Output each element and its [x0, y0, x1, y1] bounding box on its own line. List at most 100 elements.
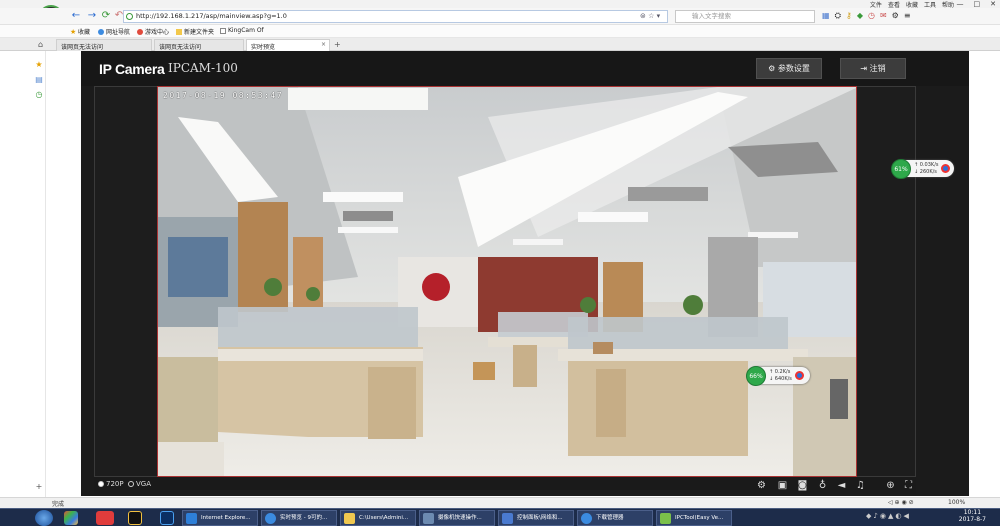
zoom-level[interactable]: 100% [948, 499, 965, 506]
star-icon[interactable]: ★ [35, 61, 43, 69]
address-text: http://192.168.1.217/asp/mainview.asp?g=… [136, 12, 287, 20]
alarm-icon[interactable]: ♫ [854, 479, 867, 492]
os-taskbar: Internet Explore... 实时预览 - 9可的... C:\Use… [0, 508, 1000, 526]
menu-icon[interactable]: ≡ [904, 11, 911, 21]
camera-model: IPCAM-100 [168, 61, 238, 75]
history-icon[interactable]: ◷ [35, 91, 43, 99]
search-placeholder: 输入文字搜索 [692, 12, 731, 20]
system-clock[interactable]: 10:11 2017-8-7 [959, 509, 986, 523]
live-video[interactable] [157, 86, 857, 477]
taskbar-item[interactable]: IPCTool(Easy Ve... [656, 510, 732, 526]
video-control-bar: 720P VGA ⚙ ▣ ◙ ♁ ◄ ♫ ⊕ ⛶ [94, 477, 916, 494]
browser-status-bar: 完成 ◁ ⊕ ◉ ⊘ 100% [0, 497, 1000, 508]
security-icon [126, 13, 133, 20]
gear-icon[interactable]: ⚙ [755, 479, 768, 492]
radio-dot [128, 481, 134, 487]
taskbar-item[interactable]: 控制面板\网络和... [498, 510, 574, 526]
network-speed-widget[interactable]: 66% ↑ 0.2K/s ↓ 640K/s [746, 365, 810, 386]
settings-icon[interactable]: ⚙ [892, 11, 899, 21]
speaker-icon[interactable]: ◄ [835, 479, 848, 492]
download-icon [581, 513, 592, 524]
fav-item[interactable]: KingCam Of [220, 27, 264, 34]
compat-icon[interactable]: ⊜ [640, 12, 646, 20]
dropdown-icon[interactable]: ▾ [657, 12, 661, 20]
network-rates: ↑ 0.2K/s ↓ 640K/s [769, 368, 792, 382]
clock-icon[interactable]: ◷ [868, 11, 875, 21]
qq-icon[interactable] [128, 511, 142, 525]
new-tab-icon[interactable]: + [334, 40, 341, 49]
osd-timestamp: 2017-08-19 08:53:47 [163, 91, 284, 100]
mail-icon[interactable]: ✉ [880, 11, 887, 21]
pinned-app-icon[interactable] [64, 511, 78, 525]
close-icon[interactable]: ✕ [990, 0, 996, 8]
gear-icon: ⚙ [768, 64, 776, 73]
forward-icon[interactable]: → [86, 10, 98, 22]
window-controls: — □ ✕ [957, 0, 997, 8]
pinned-app-icon[interactable] [96, 511, 114, 525]
microphone-icon[interactable]: ♁ [816, 479, 829, 492]
tab-2[interactable]: 该网页无法访问 [154, 39, 244, 51]
search-input[interactable]: 输入文字搜索 [675, 10, 815, 23]
page-icon [220, 27, 226, 34]
home-icon[interactable]: ⌂ [38, 40, 43, 49]
fav-item[interactable]: 新建文件夹 [176, 27, 214, 36]
taskbar-item[interactable]: 实时预览 - 9可的... [261, 510, 337, 526]
camera-icon[interactable]: ◙ [796, 479, 809, 492]
status-icons: ◁ ⊕ ◉ ⊘ [888, 499, 914, 506]
resolution-vga-radio[interactable]: VGA [128, 480, 151, 488]
resolution-720p-radio[interactable]: 720P [98, 480, 124, 488]
tab-1[interactable]: 该网页无法访问 [56, 39, 152, 51]
system-tray[interactable]: ◆♪◉▲◐◀ [866, 512, 911, 520]
start-button[interactable] [35, 510, 53, 526]
list-icon[interactable]: ▤ [35, 76, 43, 84]
fullscreen-icon[interactable]: ⛶ [902, 479, 915, 492]
record-icon[interactable]: ▣ [776, 479, 789, 492]
taskbar-item[interactable]: 下载管理器 [577, 510, 653, 526]
address-bar[interactable]: http://192.168.1.217/asp/mainview.asp?g=… [123, 10, 668, 23]
favorites-bar: ★ 收藏 网址导航 游戏中心 新建文件夹 KingCam Of [0, 25, 1000, 38]
folder-icon [344, 513, 355, 524]
logout-button[interactable]: ⇥ 注销 [840, 58, 906, 79]
browser-sidebar: ★ ▤ ◷ + [0, 51, 46, 497]
tab-bar: ⌂ 该网页无法访问 该网页无法访问 实时预览 × + [0, 38, 1000, 51]
taskbar-item[interactable]: C:\Users\Admini... [340, 510, 416, 526]
tab-3-active[interactable]: 实时预览 × [246, 39, 330, 51]
maximize-icon[interactable]: □ [974, 0, 981, 8]
status-text: 完成 [52, 501, 65, 508]
ie-icon [186, 513, 197, 524]
folder-icon [176, 28, 182, 35]
network-load-percent: 66% [746, 365, 766, 386]
search-tool-icon [660, 513, 671, 524]
settings-button[interactable]: ⚙ 参数设置 [756, 58, 822, 79]
address-icons: ⊜ ☆ ▾ [640, 12, 660, 20]
key-icon[interactable]: ⚷ [846, 11, 852, 21]
control-panel-icon [502, 513, 513, 524]
taskbar-item[interactable]: 摄像机快速操作... [419, 510, 495, 526]
extension-icon[interactable]: ◆ [857, 11, 863, 21]
favorite-star-icon[interactable]: ☆ [648, 12, 654, 20]
network-load-percent: 61% [891, 158, 911, 179]
minimize-icon[interactable]: — [957, 0, 964, 8]
back-icon[interactable]: ← [70, 10, 82, 22]
fav-item[interactable]: ★ 收藏 [70, 27, 90, 36]
network-speed-widget[interactable]: 61% ↑ 0.03K/s ↓ 260K/s [891, 158, 954, 179]
game-icon [137, 28, 143, 35]
photoshop-icon[interactable] [160, 511, 174, 525]
browser-icon [265, 513, 276, 524]
network-rates: ↑ 0.03K/s ↓ 260K/s [914, 161, 939, 175]
brand-title: IP Camera [99, 61, 165, 77]
add-icon[interactable]: + [35, 483, 43, 491]
radio-dot [98, 481, 104, 487]
accelerator-icon[interactable] [794, 371, 804, 380]
binoculars-icon[interactable]: ⛭ [835, 11, 841, 21]
grid-icon[interactable]: ▦ [822, 11, 830, 21]
refresh-icon[interactable]: ⟳ [100, 10, 112, 22]
accelerator-icon[interactable] [941, 164, 951, 173]
taskbar-item[interactable]: Internet Explore... [182, 510, 258, 526]
zoom-in-icon[interactable]: ⊕ [884, 479, 897, 492]
fav-item[interactable]: 网址导航 [98, 27, 130, 36]
browser-tools: ▦ ⛭ ⚷ ◆ ◷ ✉ ⚙ ≡ [822, 11, 911, 21]
video-frame-image [158, 87, 856, 476]
fav-item[interactable]: 游戏中心 [137, 27, 169, 36]
tab-close-icon[interactable]: × [321, 41, 326, 48]
